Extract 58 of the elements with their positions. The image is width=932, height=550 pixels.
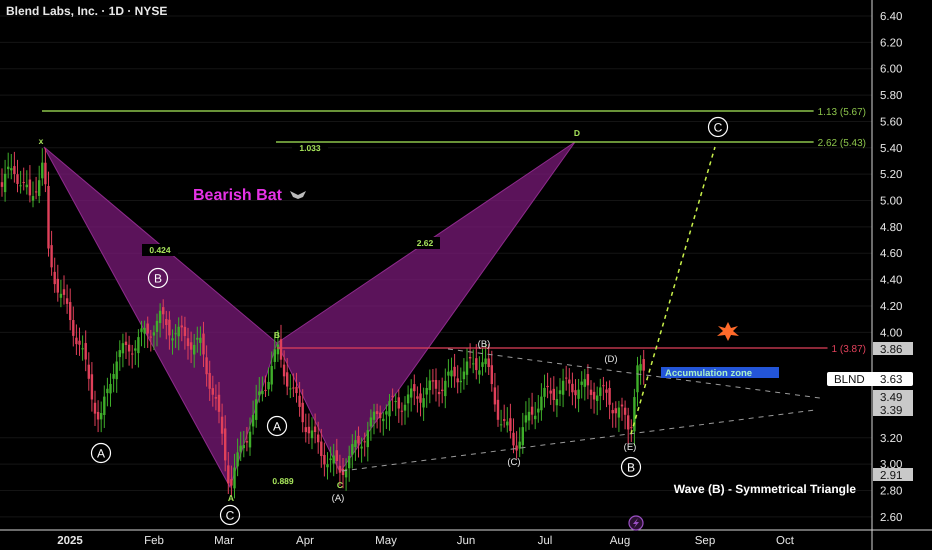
wave-label: (C) (507, 457, 521, 468)
price-axis-label: 2.60 (880, 512, 902, 524)
wave-label: C (220, 504, 240, 526)
price-axis-label: 4.80 (880, 222, 902, 234)
price-axis-label: 5.20 (880, 169, 902, 182)
time-axis-label: Mar (214, 535, 234, 547)
lightning-icon (628, 515, 644, 531)
pattern-title: Bearish Bat (193, 187, 282, 204)
wave-label: A (266, 416, 288, 436)
fib-level-label: 1.13 (5.67) (818, 107, 866, 118)
price-tag: 2.91 (873, 468, 913, 482)
chart-caption: Wave (B) - Symmetrical Triangle (674, 482, 856, 496)
price-axis-label: 5.40 (880, 142, 902, 155)
wave-label: (A) (332, 493, 344, 504)
price-tag: 3.39 (873, 403, 913, 417)
wave-label: (D) (604, 354, 618, 365)
price-axis-label: 4.20 (880, 300, 902, 313)
star-burst-icon (717, 322, 739, 341)
price-axis-label: 5.80 (880, 90, 902, 102)
time-axis-label: Feb (144, 535, 164, 547)
time-axis-label: Oct (776, 535, 794, 547)
wave-label: (B) (478, 339, 490, 350)
wave-label: B (148, 268, 168, 288)
ratio-label: 1.033 (292, 142, 328, 154)
time-axis-label: Apr (296, 535, 314, 547)
time-axis-label: Sep (694, 535, 716, 547)
time-axis-label: Jul (538, 535, 552, 547)
price-axis-label: 4.60 (880, 248, 902, 260)
price-axis-label: 5.00 (880, 196, 902, 208)
price-axis-label: 4.40 (880, 274, 902, 287)
price-axis-label: 6.40 (880, 11, 902, 23)
price-axis-label: 3.20 (880, 432, 902, 445)
symbol-price-tag: BLND 3.63 (827, 372, 913, 386)
price-axis-label: 6.20 (880, 37, 902, 50)
ratio-label: 0.889 (265, 475, 301, 487)
fib-level-label: 2.62 (5.43) (818, 138, 866, 149)
price-axis-label: 2.80 (880, 485, 902, 498)
price-axis-label: 6.00 (880, 64, 902, 76)
accumulation-zone-label: Accumulation zone (661, 367, 779, 379)
bat-icon (290, 191, 306, 199)
chart-title: Blend Labs, Inc. · 1D · NYSE (6, 4, 168, 18)
price-axis-label: 4.00 (880, 327, 902, 340)
ratio-label: 0.424 (142, 244, 178, 256)
wave-label: A (90, 442, 112, 464)
price-tag: 3.86 (873, 342, 913, 356)
price-tag: 3.49 (873, 390, 913, 404)
pattern-point-label: D (574, 128, 580, 138)
time-axis-label: Jun (456, 535, 476, 547)
wave-label: C (708, 116, 728, 138)
time-axis-label: 2025 (57, 535, 83, 547)
pattern-point-label: A (228, 493, 234, 503)
wave-label: (E) (624, 442, 636, 453)
time-axis-label: Aug (610, 535, 630, 547)
time-axis-label: May (375, 535, 397, 547)
fib-level-label: 1 (3.87) (832, 344, 866, 355)
wave-label: B (620, 456, 642, 478)
price-axis-label: 5.60 (880, 116, 902, 128)
pattern-point-label: x (38, 136, 44, 146)
